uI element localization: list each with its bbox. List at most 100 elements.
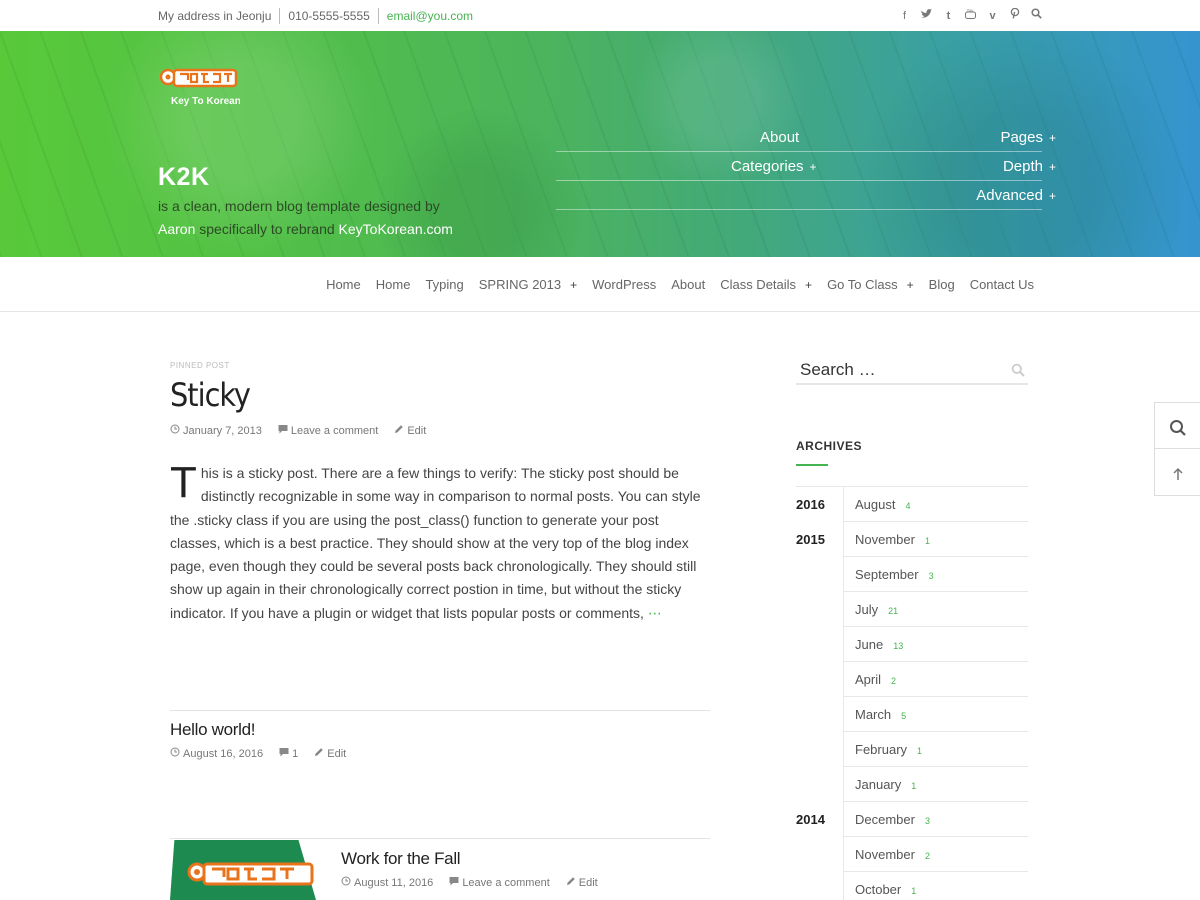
header-menu-categories[interactable]: Categories + <box>731 158 817 175</box>
tumblr-icon[interactable]: t <box>943 9 954 23</box>
archive-month-cell: March 5 <box>843 697 1028 732</box>
post-date[interactable]: August 16, 2016 <box>170 747 263 760</box>
search-icon[interactable] <box>1011 363 1025 377</box>
post-title[interactable]: Work for the Fall <box>341 849 461 869</box>
pinterest-icon[interactable] <box>1009 7 1020 23</box>
arrow-up-icon <box>1173 467 1183 480</box>
archive-month-link[interactable]: October 1 <box>855 882 916 897</box>
nav-item-typing[interactable]: Typing <box>425 277 463 292</box>
logo-caption: Key To Korean <box>171 96 240 107</box>
site-title[interactable]: K2K <box>158 163 210 192</box>
post-title[interactable]: Hello world! <box>170 720 256 740</box>
comment-icon <box>449 876 459 889</box>
header-menu: About Pages + Categories + Depth + Advanced… <box>556 123 1056 210</box>
edit-link[interactable]: Edit <box>566 876 598 889</box>
archive-month-label: December <box>855 812 915 827</box>
archive-month-link[interactable]: September 3 <box>855 567 934 582</box>
archive-count: 5 <box>901 711 907 721</box>
title-underline <box>796 464 828 466</box>
vimeo-icon[interactable]: v <box>987 9 998 23</box>
site-description: is a clean, modern blog template designe… <box>158 195 478 241</box>
archive-month-link[interactable]: December 3 <box>855 812 930 827</box>
archive-year: 2016 <box>796 497 825 512</box>
archive-month-link[interactable]: June 13 <box>855 637 903 652</box>
archive-month-cell: November 1 <box>843 522 1028 557</box>
archive-count: 21 <box>888 606 899 616</box>
nav-item-contact-us[interactable]: Contact Us <box>970 277 1034 292</box>
expand-icon[interactable]: + <box>1049 131 1056 145</box>
floating-tools <box>1154 402 1200 496</box>
twitter-icon[interactable] <box>921 8 932 23</box>
archive-month-label: June <box>855 637 884 652</box>
header-menu-depth[interactable]: Depth + <box>1003 158 1056 175</box>
post-meta: August 16, 2016 1 Edit <box>170 747 346 760</box>
post-meta: August 11, 2016 Leave a comment Edit <box>341 876 598 889</box>
header-menu-about[interactable]: About <box>760 129 799 146</box>
archive-month-link[interactable]: November 2 <box>855 847 930 862</box>
header-menu-advanced[interactable]: Advanced + <box>976 187 1056 204</box>
archive-row: January 1 <box>796 767 1028 802</box>
facebook-icon[interactable]: f <box>899 9 910 23</box>
expand-icon[interactable]: + <box>1049 160 1056 174</box>
pinned-label: PINNED POST <box>170 361 230 370</box>
archive-month-link[interactable]: March 5 <box>855 707 906 722</box>
archive-row: October 1 <box>796 872 1028 900</box>
clock-icon <box>170 747 180 760</box>
header-banner: Key To Korean K2K is a clean, modern blo… <box>0 31 1200 257</box>
nav-item-spring-2013[interactable]: SPRING 2013 + <box>479 277 577 292</box>
comments-link[interactable]: Leave a comment <box>278 424 378 437</box>
divider <box>279 8 281 24</box>
read-more-link[interactable]: ⋯ <box>648 605 662 621</box>
edit-link[interactable]: Edit <box>314 747 346 760</box>
nav-item-blog[interactable]: Blog <box>929 277 955 292</box>
post-date[interactable]: January 7, 2013 <box>170 424 262 437</box>
archive-year: 2014 <box>796 812 825 827</box>
archive-month-label: October <box>855 882 902 897</box>
edit-link[interactable]: Edit <box>394 424 426 437</box>
archive-month-link[interactable]: August 4 <box>855 497 911 512</box>
post-title[interactable]: Sticky <box>170 376 251 414</box>
archive-month-label: February <box>855 742 908 757</box>
comments-link[interactable]: Leave a comment <box>449 876 550 889</box>
expand-icon[interactable]: + <box>907 278 914 292</box>
header-menu-pages[interactable]: Pages + <box>1000 129 1056 146</box>
pencil-icon <box>394 424 404 437</box>
archive-row: 2016 August 4 <box>796 487 1028 522</box>
site-link[interactable]: KeyToKorean.com <box>339 221 453 237</box>
archive-month-link[interactable]: April 2 <box>855 672 896 687</box>
archive-row: 2014 December 3 <box>796 802 1028 837</box>
search-field[interactable]: Search … <box>796 358 1028 385</box>
archive-row: July 21 <box>796 592 1028 627</box>
post-date[interactable]: August 11, 2016 <box>341 876 433 889</box>
desc-text: specifically to rebrand <box>199 221 335 237</box>
search-icon[interactable] <box>1031 8 1042 23</box>
youtube-icon[interactable]: You <box>965 8 976 23</box>
main-navigation: Home Home Typing SPRING 2013 + WordPress … <box>0 257 1200 312</box>
nav-item-home-2[interactable]: Home <box>376 277 411 292</box>
archive-month-link[interactable]: January 1 <box>855 777 916 792</box>
expand-icon[interactable]: + <box>805 278 812 292</box>
archive-month-cell: February 1 <box>843 732 1028 767</box>
archive-row: November 2 <box>796 837 1028 872</box>
archive-month-link[interactable]: February 1 <box>855 742 922 757</box>
author-link[interactable]: Aaron <box>158 221 195 237</box>
comments-link[interactable]: 1 <box>279 747 298 760</box>
nav-item-wordpress[interactable]: WordPress <box>592 277 656 292</box>
site-logo[interactable]: Key To Korean <box>159 64 241 110</box>
nav-item-go-to-class[interactable]: Go To Class + <box>827 277 914 292</box>
archive-row: September 3 <box>796 557 1028 592</box>
nav-item-home[interactable]: Home <box>326 277 361 292</box>
nav-item-class-details[interactable]: Class Details + <box>720 277 812 292</box>
expand-icon[interactable]: + <box>1049 189 1056 203</box>
nav-item-about[interactable]: About <box>671 277 705 292</box>
search-toggle-button[interactable] <box>1155 403 1200 449</box>
archive-month-label: November <box>855 532 915 547</box>
archive-month-link[interactable]: November 1 <box>855 532 930 547</box>
post-thumbnail[interactable] <box>170 840 316 900</box>
archive-month-link[interactable]: July 21 <box>855 602 898 617</box>
back-to-top-button[interactable] <box>1155 450 1200 496</box>
email-link[interactable]: email@you.com <box>387 9 473 23</box>
expand-icon[interactable]: + <box>570 278 577 292</box>
search-placeholder: Search … <box>800 360 876 379</box>
expand-icon[interactable]: + <box>810 160 817 174</box>
